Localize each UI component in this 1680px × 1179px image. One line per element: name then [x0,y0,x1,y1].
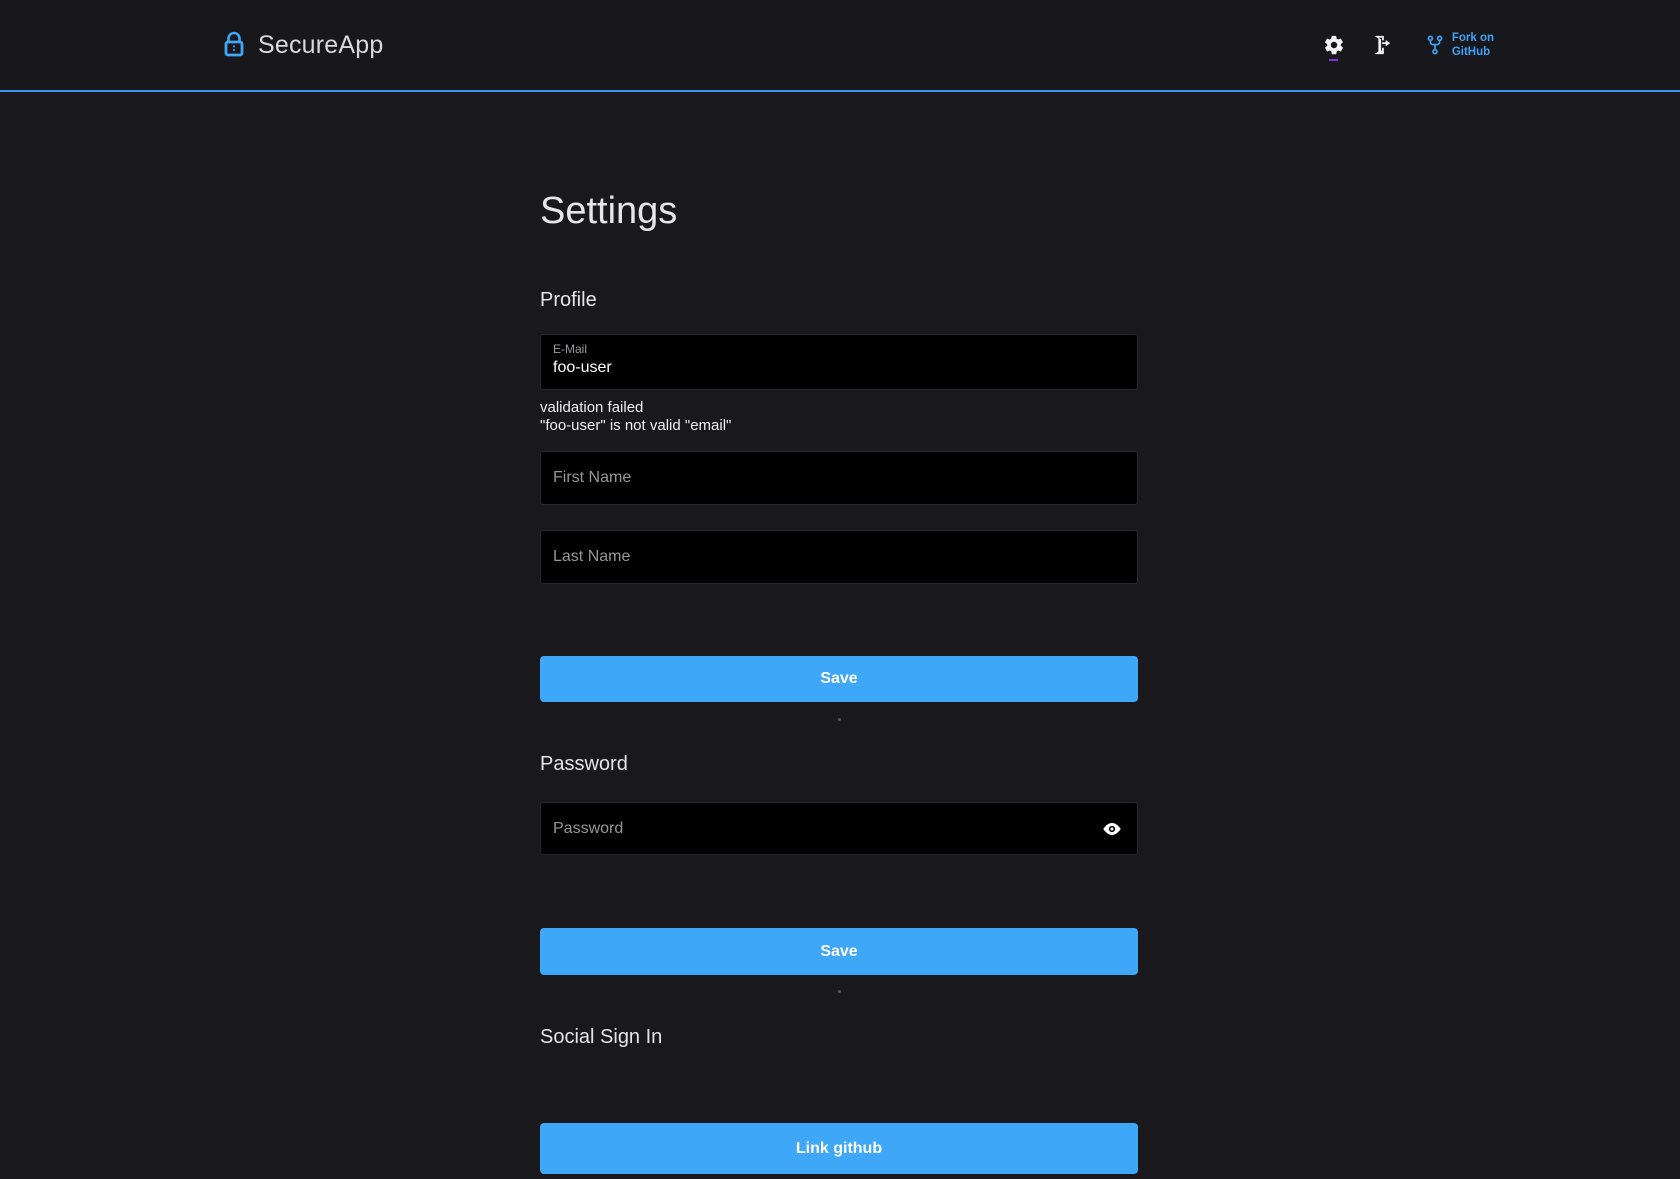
first-name-field[interactable] [540,451,1138,505]
password-loader-dot [838,990,841,993]
app-title: SecureApp [258,31,384,60]
app-header: SecureApp [0,0,1680,92]
save-profile-button[interactable]: Save [540,656,1138,702]
settings-active-indicator [1329,59,1338,61]
logout-icon [1371,34,1393,56]
app-brand[interactable]: SecureApp [222,31,384,60]
header-actions: Fork on GitHub [1317,28,1494,62]
fork-on-github-link[interactable]: Fork on GitHub [1425,31,1494,60]
eye-icon [1101,818,1123,840]
first-name-input[interactable] [553,452,1125,504]
link-github-button[interactable]: Link github [540,1123,1138,1174]
password-section-title: Password [540,753,1138,776]
fork-link-line1: Fork on [1452,32,1494,44]
logout-button[interactable] [1365,28,1399,62]
validation-error: validation failed "foo-user" is not vali… [540,399,1138,435]
last-name-field[interactable] [540,530,1138,584]
gear-icon [1323,34,1345,56]
save-password-button[interactable]: Save [540,928,1138,975]
password-reveal-button[interactable] [1099,816,1125,842]
email-field-label: E-Mail [553,342,1125,356]
social-section-title: Social Sign In [540,1026,1138,1049]
email-input[interactable] [553,359,1125,377]
page-title: Settings [540,190,1138,233]
validation-error-line1: validation failed [540,399,1138,417]
profile-loader-dot [838,718,841,721]
git-fork-icon [1425,34,1445,56]
password-field[interactable] [540,802,1138,855]
validation-error-line2: "foo-user" is not valid "email" [540,417,1138,435]
email-field[interactable]: E-Mail [540,334,1138,390]
profile-section-title: Profile [540,289,1138,312]
lock-icon [222,31,246,59]
password-input[interactable] [553,803,1093,854]
fork-link-text: Fork on GitHub [1452,31,1494,60]
last-name-input[interactable] [553,531,1125,583]
fork-link-line2: GitHub [1452,46,1490,58]
settings-page: Settings Profile E-Mail validation faile… [540,92,1138,1174]
settings-button[interactable] [1317,28,1351,62]
